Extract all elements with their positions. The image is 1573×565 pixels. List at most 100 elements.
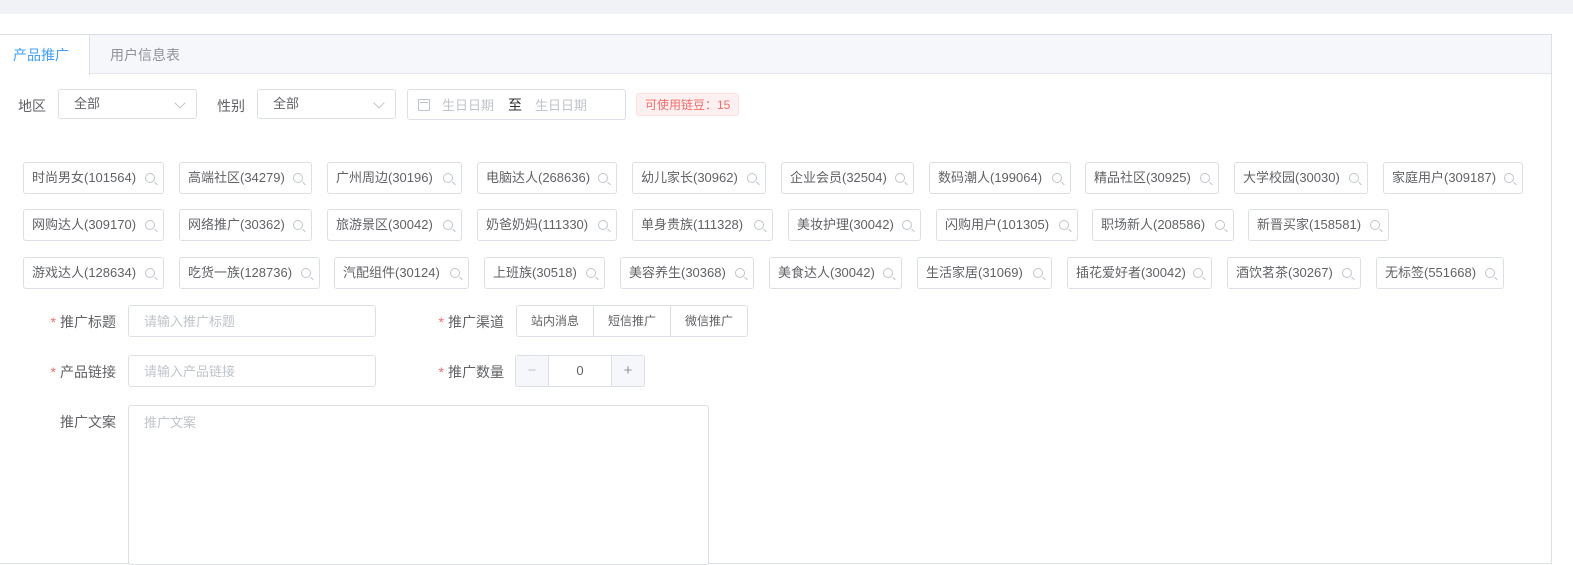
search-icon[interactable] (1200, 173, 1210, 183)
required-mark: * (50, 314, 56, 330)
search-icon[interactable] (293, 173, 303, 183)
tag-item[interactable]: 汽配组件(30124) (334, 257, 469, 289)
search-icon[interactable] (145, 220, 155, 230)
tag-item[interactable]: 广州周边(30196) (327, 162, 462, 194)
search-icon[interactable] (145, 268, 155, 278)
tag-item[interactable]: 时尚男女(101564) (23, 162, 164, 194)
tag-item[interactable]: 美妆护理(30042) (788, 209, 921, 241)
search-icon[interactable] (1370, 220, 1380, 230)
search-icon[interactable] (450, 268, 460, 278)
tag-item[interactable]: 美食达人(30042) (769, 257, 902, 289)
tab-product-promotion[interactable]: 产品推广 (0, 35, 90, 75)
promo-channel-label: * 推广渠道 (438, 314, 504, 330)
search-icon[interactable] (443, 220, 453, 230)
tag-item[interactable]: 插花爱好者(30042) (1067, 257, 1212, 289)
quantity-decrease-button[interactable]: − (516, 356, 549, 386)
tag-label: 时尚男女(101564) (32, 170, 137, 185)
tag-label: 无标签(551668) (1385, 265, 1477, 280)
tag-item[interactable]: 闪购用户(101305) (936, 209, 1078, 241)
product-link-label: * 产品链接 (50, 364, 116, 380)
tag-item[interactable]: 上班族(30518) (484, 257, 605, 289)
tag-item[interactable]: 游戏达人(128634) (23, 257, 164, 289)
promo-title-input[interactable] (128, 305, 376, 337)
tag-label: 广州周边(30196) (336, 170, 433, 185)
search-icon[interactable] (1504, 173, 1514, 183)
tag-item[interactable]: 旅游景区(30042) (327, 209, 462, 241)
tag-label: 吃货一族(128736) (188, 265, 293, 280)
quantity-increase-button[interactable]: + (611, 356, 644, 386)
required-mark: * (438, 364, 444, 380)
date-end-input[interactable]: 生日日期 (535, 95, 587, 114)
tag-item[interactable]: 网络推广(30362) (179, 209, 312, 241)
quantity-value[interactable]: 0 (549, 356, 611, 386)
tag-item[interactable]: 新晋买家(158581) (1248, 209, 1389, 241)
birthday-date-range[interactable]: 生日日期 至 生日日期 (407, 89, 626, 120)
search-icon[interactable] (883, 268, 893, 278)
tag-label: 职场新人(208586) (1101, 217, 1206, 232)
search-icon[interactable] (1342, 268, 1352, 278)
tag-item[interactable]: 生活家居(31069) (917, 257, 1052, 289)
tag-label: 大学校园(30030) (1243, 170, 1340, 185)
tag-item[interactable]: 无标签(551668) (1376, 257, 1504, 289)
tag-item[interactable]: 酒饮茗茶(30267) (1227, 257, 1361, 289)
tab-user-info[interactable]: 用户信息表 (90, 35, 193, 74)
required-mark: * (438, 314, 444, 330)
search-icon[interactable] (1485, 268, 1495, 278)
search-icon[interactable] (443, 173, 453, 183)
gender-select[interactable]: 全部 (257, 89, 396, 119)
tag-item[interactable]: 职场新人(208586) (1092, 209, 1234, 241)
search-icon[interactable] (754, 220, 764, 230)
tag-item[interactable]: 奶爸奶妈(111330) (477, 209, 617, 241)
search-icon[interactable] (1052, 173, 1062, 183)
search-icon[interactable] (895, 173, 905, 183)
tag-label: 闪购用户(101305) (945, 217, 1050, 232)
search-icon[interactable] (598, 220, 608, 230)
search-icon[interactable] (1349, 173, 1359, 183)
search-icon[interactable] (735, 268, 745, 278)
quantity-stepper: − 0 + (515, 355, 645, 387)
search-icon[interactable] (301, 268, 311, 278)
search-icon[interactable] (747, 173, 757, 183)
region-label: 地区 (18, 98, 46, 114)
promo-channel-group: 站内消息 短信推广 微信推广 (516, 305, 749, 337)
tag-label: 网购达人(309170) (32, 217, 137, 232)
promo-quantity-label: * 推广数量 (438, 364, 504, 380)
channel-wechat-button[interactable]: 微信推广 (670, 305, 749, 337)
tag-item[interactable]: 大学校园(30030) (1234, 162, 1368, 194)
gender-label: 性别 (217, 98, 245, 114)
tag-item[interactable]: 幼儿家长(30962) (632, 162, 766, 194)
channel-site-message-button[interactable]: 站内消息 (516, 305, 595, 337)
tag-item[interactable]: 精品社区(30925) (1085, 162, 1219, 194)
search-icon[interactable] (145, 173, 155, 183)
tag-label: 美食达人(30042) (778, 265, 875, 280)
product-link-input[interactable] (128, 355, 376, 387)
tag-label: 汽配组件(30124) (343, 265, 440, 280)
tag-label: 高端社区(34279) (188, 170, 285, 185)
promo-copy-label: 推广文案 (60, 414, 116, 430)
tag-item[interactable]: 家庭用户(309187) (1383, 162, 1523, 194)
region-select[interactable]: 全部 (58, 89, 197, 119)
search-icon[interactable] (1193, 268, 1203, 278)
tag-label: 生活家居(31069) (926, 265, 1023, 280)
date-start-input[interactable]: 生日日期 (442, 95, 494, 114)
promo-copy-textarea[interactable] (128, 405, 709, 565)
search-icon[interactable] (598, 173, 608, 183)
tag-item[interactable]: 网购达人(309170) (23, 209, 164, 241)
search-icon[interactable] (586, 268, 596, 278)
search-icon[interactable] (293, 220, 303, 230)
tag-label: 游戏达人(128634) (32, 265, 137, 280)
search-icon[interactable] (1059, 220, 1069, 230)
tag-item[interactable]: 电脑达人(268636) (477, 162, 617, 194)
tag-item[interactable]: 单身贵族(111328) (632, 209, 773, 241)
tag-item[interactable]: 数码潮人(199064) (929, 162, 1071, 194)
tag-label: 美容养生(30368) (629, 265, 726, 280)
tag-item[interactable]: 吃货一族(128736) (179, 257, 320, 289)
channel-sms-button[interactable]: 短信推广 (593, 305, 672, 337)
search-icon[interactable] (1215, 220, 1225, 230)
tag-item[interactable]: 高端社区(34279) (179, 162, 312, 194)
search-icon[interactable] (1033, 268, 1043, 278)
search-icon[interactable] (902, 220, 912, 230)
tag-label: 酒饮茗茶(30267) (1236, 265, 1333, 280)
tag-item[interactable]: 企业会员(32504) (781, 162, 914, 194)
tag-item[interactable]: 美容养生(30368) (620, 257, 754, 289)
